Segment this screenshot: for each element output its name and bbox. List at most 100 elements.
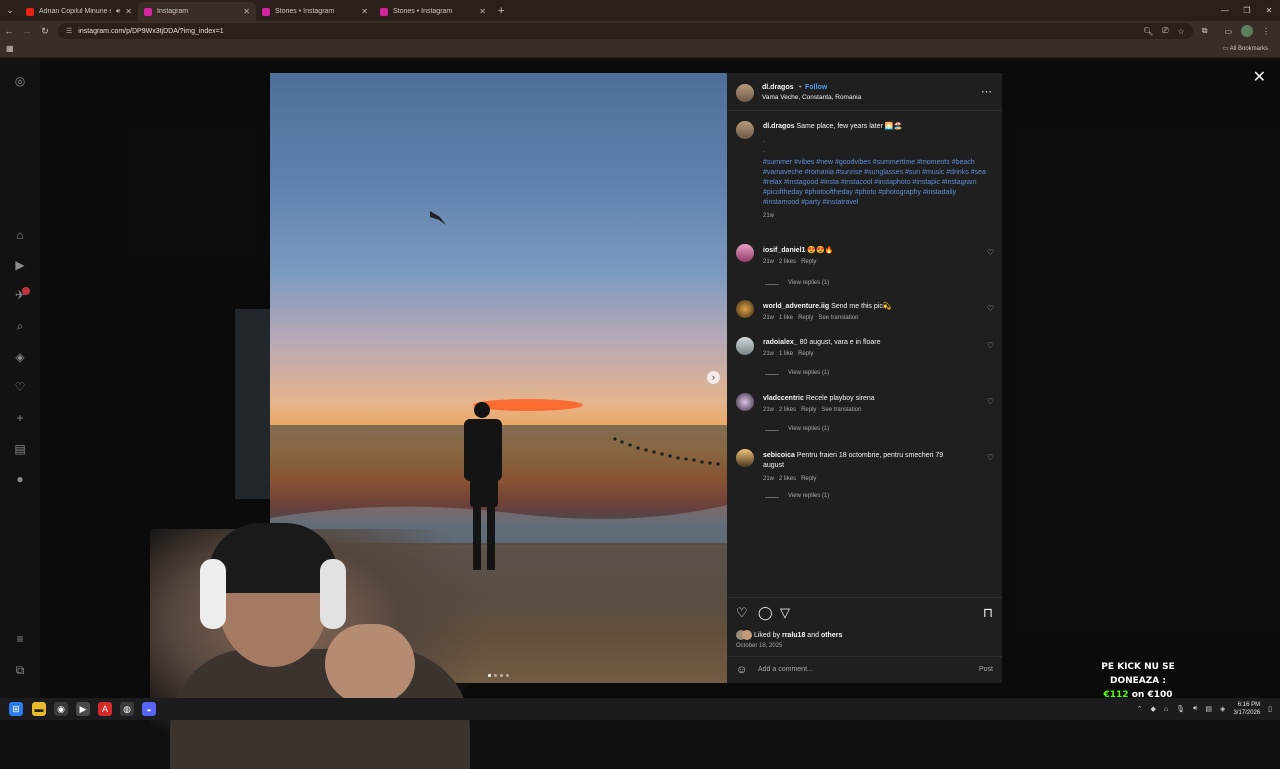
comment-reply-button[interactable]: Reply <box>798 351 813 357</box>
previous-post-preview[interactable] <box>235 309 270 499</box>
mic-icon[interactable]: 🎙︎ <box>1176 705 1185 713</box>
site-info-icon[interactable]: ☰ <box>66 27 72 35</box>
caption-hashtags[interactable]: #summer #vibes #new #goodvibes #summerti… <box>763 158 991 208</box>
extensions-icon[interactable]: ⧉ <box>1202 26 1208 36</box>
comment-reply-button[interactable]: Reply <box>801 407 816 413</box>
liked-by-others[interactable]: others <box>821 632 842 639</box>
post-location[interactable]: Vama Veche, Constanta, Romania <box>762 94 861 101</box>
all-bookmarks-link[interactable]: ▭ All Bookmarks <box>1223 45 1268 52</box>
author-username[interactable]: dl.dragos <box>762 84 794 91</box>
speaker-icon[interactable]: 🔊︎ <box>116 8 120 16</box>
comment-username[interactable]: iosif_daniel1 <box>763 247 805 254</box>
commenter-avatar[interactable] <box>736 337 754 355</box>
cast-icon[interactable]: ⎚ <box>1162 26 1168 36</box>
zoom-icon[interactable]: 🔍︎ <box>1143 27 1153 36</box>
more-options-icon[interactable]: ⋯ <box>981 85 992 98</box>
comment-likes[interactable]: 1 like <box>779 351 793 357</box>
file-explorer-icon[interactable]: ▬ <box>32 702 46 716</box>
notifications-heart-icon[interactable]: ♡ <box>12 379 28 395</box>
next-image-chevron-icon[interactable]: › <box>707 371 720 384</box>
apps-grid-icon[interactable]: ▦ <box>6 44 14 53</box>
media-player-icon[interactable]: ▶︎ <box>76 702 90 716</box>
comment-like-heart-icon[interactable]: ♡ <box>987 304 994 313</box>
back-arrow-icon[interactable]: ← <box>0 26 18 36</box>
comment-like-heart-icon[interactable]: ♡ <box>987 248 994 257</box>
notifications-icon[interactable]: ▯ <box>1268 705 1272 713</box>
window-close-icon[interactable]: ✕ <box>1258 0 1280 21</box>
comment-username[interactable]: radoialex_ <box>763 339 798 346</box>
comment-reply-button[interactable]: Reply <box>801 476 816 482</box>
profile-avatar[interactable] <box>1241 25 1253 37</box>
tray-chevron-icon[interactable]: ⌃ <box>1137 705 1143 713</box>
home-icon[interactable]: ⌂ <box>12 227 28 243</box>
post-comment-button[interactable]: Post <box>979 666 993 673</box>
view-replies-button[interactable]: View replies (1) <box>788 426 829 432</box>
view-replies-button[interactable]: View replies (1) <box>788 493 829 499</box>
emoji-picker-icon[interactable]: ☺ <box>736 664 747 676</box>
comment-username[interactable]: world_adventure.iig <box>763 303 829 310</box>
start-windows-icon[interactable]: ⊞ <box>9 702 23 716</box>
add-comment-input[interactable]: Add a comment... <box>758 666 813 673</box>
search-icon[interactable]: ⌕ <box>12 318 28 334</box>
adobe-app-icon[interactable]: A <box>98 702 112 716</box>
comment-likes[interactable]: 2 likes <box>779 407 796 413</box>
obs-icon[interactable]: ◉ <box>54 702 68 716</box>
clock[interactable]: 6:16 PM 3/17/2026 <box>1233 701 1260 717</box>
menu-split-icon[interactable]: ▭ <box>1224 27 1232 36</box>
reload-icon[interactable]: ↻ <box>36 26 54 37</box>
create-plus-icon[interactable]: + <box>12 410 28 426</box>
follow-button[interactable]: Follow <box>805 84 827 91</box>
tab-stories-1[interactable]: Stories • Instagram ✕ <box>256 2 374 21</box>
tab-close-icon[interactable]: ✕ <box>243 7 250 16</box>
author-avatar[interactable] <box>736 84 754 102</box>
comment-likes[interactable]: 2 likes <box>779 476 796 482</box>
liker-avatar[interactable] <box>742 630 752 640</box>
instagram-logo-icon[interactable]: ◎ <box>12 73 28 89</box>
comment-likes[interactable]: 2 likes <box>779 259 796 265</box>
new-tab-plus-icon[interactable]: + <box>498 5 504 17</box>
share-send-icon[interactable]: ▽ <box>780 605 790 621</box>
comment-reply-button[interactable]: Reply <box>798 315 813 321</box>
save-bookmark-icon[interactable]: ⊓ <box>983 605 993 621</box>
tab-youtube[interactable]: Adrian Copilul Minune si Fl 🔊︎ ✕ <box>20 2 138 21</box>
reels-icon[interactable]: ▶︎ <box>12 257 28 273</box>
comment-username[interactable]: vladccentric <box>763 395 804 402</box>
also-from-meta-icon[interactable]: ⧉ <box>12 662 28 678</box>
commenter-avatar[interactable] <box>736 300 754 318</box>
printer-icon[interactable]: ▤ <box>1205 705 1212 713</box>
network-icon[interactable]: ⌂ <box>1164 706 1168 713</box>
tab-close-icon[interactable]: ✕ <box>361 7 368 16</box>
tab-close-icon[interactable]: ✕ <box>479 7 486 16</box>
minimize-icon[interactable]: — <box>1214 0 1236 21</box>
see-translation-button[interactable]: See translation <box>821 407 861 413</box>
tab-search-chevron-icon[interactable]: ⌄ <box>0 0 20 21</box>
forward-arrow-icon[interactable]: → <box>18 26 36 36</box>
tab-instagram-active[interactable]: Instagram ✕ <box>138 2 256 21</box>
caption-username[interactable]: dl.dragos <box>763 123 795 130</box>
comment-reply-button[interactable]: Reply <box>801 259 816 265</box>
tab-close-icon[interactable]: ✕ <box>125 7 132 16</box>
comment-like-heart-icon[interactable]: ♡ <box>987 453 994 462</box>
like-heart-icon[interactable]: ♡ <box>736 605 748 621</box>
commenter-avatar[interactable] <box>736 393 754 411</box>
comment-username[interactable]: sebicoica <box>763 452 795 459</box>
liked-by-username[interactable]: rralu18 <box>782 632 805 639</box>
profile-icon[interactable]: ● <box>12 471 28 487</box>
url-field[interactable]: ☰ instagram.com/p/DP9Wx3tjDDA/?img_index… <box>58 23 1193 39</box>
maximize-icon[interactable]: ❐ <box>1236 0 1258 21</box>
explore-icon[interactable]: ◈ <box>12 349 28 365</box>
comment-bubble-icon[interactable]: ◯ <box>758 605 773 621</box>
close-modal-icon[interactable]: ✕ <box>1253 67 1266 87</box>
commenter-avatar[interactable] <box>736 244 754 262</box>
steam-icon[interactable]: ◆ <box>1150 705 1155 713</box>
star-bookmark-icon[interactable]: ☆ <box>1178 27 1185 36</box>
volume-icon[interactable]: 🔊︎ <box>1193 705 1197 713</box>
caption-avatar[interactable] <box>736 121 754 139</box>
comment-like-heart-icon[interactable]: ♡ <box>987 341 994 350</box>
kebab-menu-icon[interactable]: ⋮ <box>1262 27 1270 36</box>
tab-stories-2[interactable]: Stories • Instagram ✕ <box>374 2 492 21</box>
view-replies-button[interactable]: View replies (1) <box>788 280 829 286</box>
comment-likes[interactable]: 1 like <box>779 315 793 321</box>
view-replies-button[interactable]: View replies (1) <box>788 370 829 376</box>
more-menu-icon[interactable]: ≡ <box>12 631 28 647</box>
